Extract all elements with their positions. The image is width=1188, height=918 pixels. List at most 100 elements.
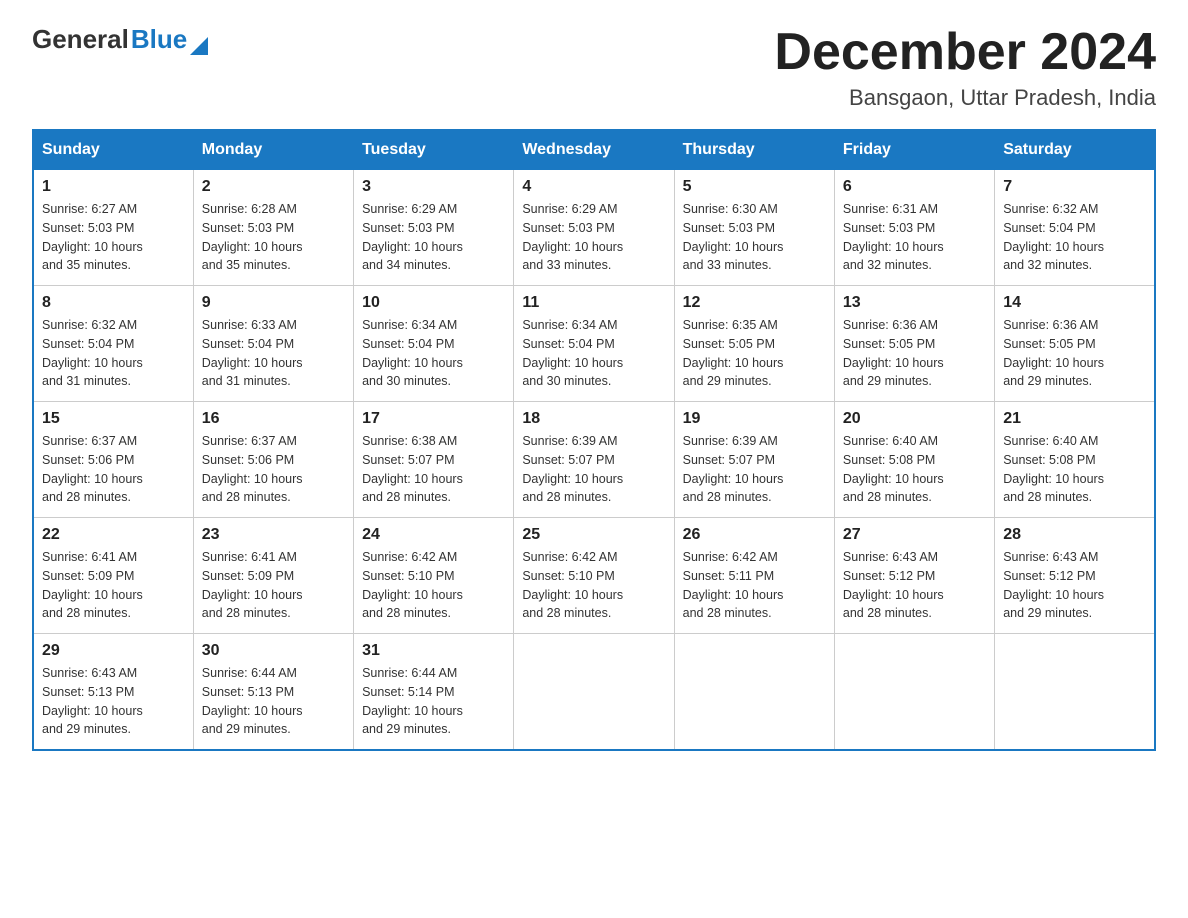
- day-info: Sunrise: 6:41 AM Sunset: 5:09 PM Dayligh…: [42, 548, 185, 623]
- calendar-cell: 29 Sunrise: 6:43 AM Sunset: 5:13 PM Dayli…: [33, 634, 193, 751]
- calendar-week-row: 15 Sunrise: 6:37 AM Sunset: 5:06 PM Dayli…: [33, 402, 1155, 518]
- day-number: 15: [42, 410, 185, 428]
- day-number: 5: [683, 178, 826, 196]
- day-number: 30: [202, 642, 345, 660]
- day-info: Sunrise: 6:41 AM Sunset: 5:09 PM Dayligh…: [202, 548, 345, 623]
- day-info: Sunrise: 6:42 AM Sunset: 5:10 PM Dayligh…: [522, 548, 665, 623]
- day-info: Sunrise: 6:32 AM Sunset: 5:04 PM Dayligh…: [42, 316, 185, 391]
- calendar-cell: 30 Sunrise: 6:44 AM Sunset: 5:13 PM Dayli…: [193, 634, 353, 751]
- calendar-week-row: 8 Sunrise: 6:32 AM Sunset: 5:04 PM Daylig…: [33, 286, 1155, 402]
- calendar-cell: 13Sunrise: 6:36 AM Sunset: 5:05 PM Dayli…: [834, 286, 994, 402]
- calendar-cell: 31Sunrise: 6:44 AM Sunset: 5:14 PM Dayli…: [354, 634, 514, 751]
- calendar-cell: 22 Sunrise: 6:41 AM Sunset: 5:09 PM Dayli…: [33, 518, 193, 634]
- day-number: 22: [42, 526, 185, 544]
- day-info: Sunrise: 6:27 AM Sunset: 5:03 PM Dayligh…: [42, 200, 185, 275]
- day-number: 14: [1003, 294, 1146, 312]
- calendar-cell: 26 Sunrise: 6:42 AM Sunset: 5:11 PM Dayli…: [674, 518, 834, 634]
- day-number: 17: [362, 410, 505, 428]
- day-number: 21: [1003, 410, 1146, 428]
- day-number: 1: [42, 178, 185, 196]
- calendar-week-row: 29 Sunrise: 6:43 AM Sunset: 5:13 PM Dayli…: [33, 634, 1155, 751]
- logo-blue-text: Blue: [131, 24, 187, 55]
- day-info: Sunrise: 6:44 AM Sunset: 5:14 PM Dayligh…: [362, 664, 505, 739]
- calendar-cell: 17Sunrise: 6:38 AM Sunset: 5:07 PM Dayli…: [354, 402, 514, 518]
- calendar-table: SundayMondayTuesdayWednesdayThursdayFrid…: [32, 129, 1156, 751]
- day-info: Sunrise: 6:44 AM Sunset: 5:13 PM Dayligh…: [202, 664, 345, 739]
- day-number: 6: [843, 178, 986, 196]
- calendar-week-row: 1 Sunrise: 6:27 AM Sunset: 5:03 PM Daylig…: [33, 170, 1155, 286]
- day-number: 29: [42, 642, 185, 660]
- day-number: 27: [843, 526, 986, 544]
- calendar-cell: 27 Sunrise: 6:43 AM Sunset: 5:12 PM Dayli…: [834, 518, 994, 634]
- day-info: Sunrise: 6:42 AM Sunset: 5:11 PM Dayligh…: [683, 548, 826, 623]
- calendar-cell: 25 Sunrise: 6:42 AM Sunset: 5:10 PM Dayli…: [514, 518, 674, 634]
- day-number: 9: [202, 294, 345, 312]
- logo-arrow-icon: [190, 37, 208, 55]
- col-header-thursday: Thursday: [674, 130, 834, 170]
- calendar-cell: 5 Sunrise: 6:30 AM Sunset: 5:03 PM Daylig…: [674, 170, 834, 286]
- day-number: 2: [202, 178, 345, 196]
- day-info: Sunrise: 6:34 AM Sunset: 5:04 PM Dayligh…: [522, 316, 665, 391]
- calendar-cell: 20 Sunrise: 6:40 AM Sunset: 5:08 PM Dayli…: [834, 402, 994, 518]
- day-info: Sunrise: 6:43 AM Sunset: 5:13 PM Dayligh…: [42, 664, 185, 739]
- calendar-cell: 1 Sunrise: 6:27 AM Sunset: 5:03 PM Daylig…: [33, 170, 193, 286]
- calendar-cell: [514, 634, 674, 751]
- calendar-cell: 3 Sunrise: 6:29 AM Sunset: 5:03 PM Daylig…: [354, 170, 514, 286]
- day-info: Sunrise: 6:29 AM Sunset: 5:03 PM Dayligh…: [362, 200, 505, 275]
- day-number: 23: [202, 526, 345, 544]
- day-number: 18: [522, 410, 665, 428]
- calendar-cell: 28 Sunrise: 6:43 AM Sunset: 5:12 PM Dayli…: [995, 518, 1155, 634]
- calendar-cell: 24 Sunrise: 6:42 AM Sunset: 5:10 PM Dayli…: [354, 518, 514, 634]
- day-number: 10: [362, 294, 505, 312]
- col-header-sunday: Sunday: [33, 130, 193, 170]
- day-info: Sunrise: 6:31 AM Sunset: 5:03 PM Dayligh…: [843, 200, 986, 275]
- day-info: Sunrise: 6:35 AM Sunset: 5:05 PM Dayligh…: [683, 316, 826, 391]
- day-info: Sunrise: 6:29 AM Sunset: 5:03 PM Dayligh…: [522, 200, 665, 275]
- title-block: December 2024 Bansgaon, Uttar Pradesh, I…: [774, 24, 1156, 111]
- day-number: 28: [1003, 526, 1146, 544]
- day-number: 13: [843, 294, 986, 312]
- day-number: 25: [522, 526, 665, 544]
- calendar-cell: 19Sunrise: 6:39 AM Sunset: 5:07 PM Dayli…: [674, 402, 834, 518]
- day-number: 11: [522, 294, 665, 312]
- day-number: 20: [843, 410, 986, 428]
- calendar-cell: 10 Sunrise: 6:34 AM Sunset: 5:04 PM Dayli…: [354, 286, 514, 402]
- logo-general-text: General: [32, 24, 129, 55]
- day-info: Sunrise: 6:43 AM Sunset: 5:12 PM Dayligh…: [843, 548, 986, 623]
- calendar-cell: 11 Sunrise: 6:34 AM Sunset: 5:04 PM Dayli…: [514, 286, 674, 402]
- day-info: Sunrise: 6:43 AM Sunset: 5:12 PM Dayligh…: [1003, 548, 1146, 623]
- day-info: Sunrise: 6:40 AM Sunset: 5:08 PM Dayligh…: [1003, 432, 1146, 507]
- calendar-cell: [674, 634, 834, 751]
- col-header-friday: Friday: [834, 130, 994, 170]
- calendar-cell: 16Sunrise: 6:37 AM Sunset: 5:06 PM Dayli…: [193, 402, 353, 518]
- calendar-cell: 14 Sunrise: 6:36 AM Sunset: 5:05 PM Dayli…: [995, 286, 1155, 402]
- day-info: Sunrise: 6:40 AM Sunset: 5:08 PM Dayligh…: [843, 432, 986, 507]
- day-info: Sunrise: 6:37 AM Sunset: 5:06 PM Dayligh…: [42, 432, 185, 507]
- day-info: Sunrise: 6:36 AM Sunset: 5:05 PM Dayligh…: [1003, 316, 1146, 391]
- calendar-cell: 7Sunrise: 6:32 AM Sunset: 5:04 PM Daylig…: [995, 170, 1155, 286]
- calendar-cell: [995, 634, 1155, 751]
- day-number: 4: [522, 178, 665, 196]
- calendar-cell: 6 Sunrise: 6:31 AM Sunset: 5:03 PM Daylig…: [834, 170, 994, 286]
- day-info: Sunrise: 6:28 AM Sunset: 5:03 PM Dayligh…: [202, 200, 345, 275]
- day-info: Sunrise: 6:42 AM Sunset: 5:10 PM Dayligh…: [362, 548, 505, 623]
- calendar-cell: 23 Sunrise: 6:41 AM Sunset: 5:09 PM Dayli…: [193, 518, 353, 634]
- logo: General Blue: [32, 24, 208, 55]
- day-info: Sunrise: 6:39 AM Sunset: 5:07 PM Dayligh…: [522, 432, 665, 507]
- day-number: 8: [42, 294, 185, 312]
- calendar-cell: 21 Sunrise: 6:40 AM Sunset: 5:08 PM Dayli…: [995, 402, 1155, 518]
- day-number: 26: [683, 526, 826, 544]
- day-number: 24: [362, 526, 505, 544]
- page-header: General Blue December 2024 Bansgaon, Utt…: [32, 24, 1156, 111]
- logo-blue-block: Blue: [131, 24, 208, 55]
- col-header-tuesday: Tuesday: [354, 130, 514, 170]
- day-number: 12: [683, 294, 826, 312]
- day-info: Sunrise: 6:30 AM Sunset: 5:03 PM Dayligh…: [683, 200, 826, 275]
- calendar-week-row: 22 Sunrise: 6:41 AM Sunset: 5:09 PM Dayli…: [33, 518, 1155, 634]
- day-number: 3: [362, 178, 505, 196]
- calendar-cell: 12 Sunrise: 6:35 AM Sunset: 5:05 PM Dayli…: [674, 286, 834, 402]
- calendar-cell: 4 Sunrise: 6:29 AM Sunset: 5:03 PM Daylig…: [514, 170, 674, 286]
- calendar-cell: 18 Sunrise: 6:39 AM Sunset: 5:07 PM Dayli…: [514, 402, 674, 518]
- day-info: Sunrise: 6:34 AM Sunset: 5:04 PM Dayligh…: [362, 316, 505, 391]
- day-info: Sunrise: 6:32 AM Sunset: 5:04 PM Dayligh…: [1003, 200, 1146, 275]
